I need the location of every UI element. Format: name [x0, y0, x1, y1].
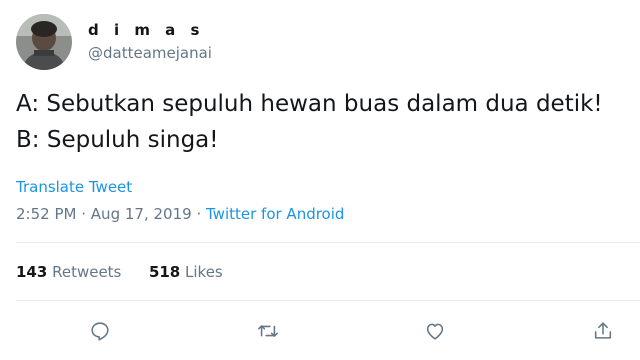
like-button[interactable] [422, 318, 448, 344]
tweet-date[interactable]: Aug 17, 2019 [91, 205, 192, 223]
tweet-stats: 143 Retweets 518 Likes [16, 263, 223, 281]
likes-label: Likes [185, 263, 223, 281]
tweet-line-2: B: Sepuluh singa! [16, 127, 219, 153]
translate-tweet-link[interactable]: Translate Tweet [16, 178, 132, 196]
tweet-text: A: Sebutkan sepuluh hewan buas dalam dua… [16, 86, 636, 158]
likes-stat[interactable]: 518 Likes [149, 263, 223, 281]
tweet-meta: 2:52 PM · Aug 17, 2019 · Twitter for And… [16, 205, 344, 223]
user-handle[interactable]: @datteamejanai [88, 44, 212, 62]
tweet-line-1: A: Sebutkan sepuluh hewan buas dalam dua… [16, 91, 603, 117]
meta-separator: · [81, 205, 87, 223]
share-icon [594, 322, 612, 339]
divider [16, 242, 640, 243]
avatar[interactable] [16, 14, 72, 70]
reply-icon [91, 322, 109, 341]
retweets-count: 143 [16, 263, 48, 281]
retweets-stat[interactable]: 143 Retweets [16, 263, 126, 281]
retweets-label: Retweets [52, 263, 122, 281]
reply-button[interactable] [87, 318, 113, 344]
tweet-actions [0, 318, 640, 344]
likes-count: 518 [148, 263, 181, 281]
retweet-button[interactable] [255, 318, 281, 344]
share-button[interactable] [590, 318, 616, 344]
like-icon [426, 323, 444, 340]
meta-separator: · [196, 205, 202, 223]
tweet-source-link[interactable]: Twitter for Android [206, 205, 344, 223]
divider [16, 300, 640, 301]
retweet-icon [258, 325, 278, 337]
display-name[interactable]: d i m a s [88, 21, 204, 39]
tweet-time[interactable]: 2:52 PM [16, 205, 76, 223]
avatar-photo [16, 14, 72, 70]
